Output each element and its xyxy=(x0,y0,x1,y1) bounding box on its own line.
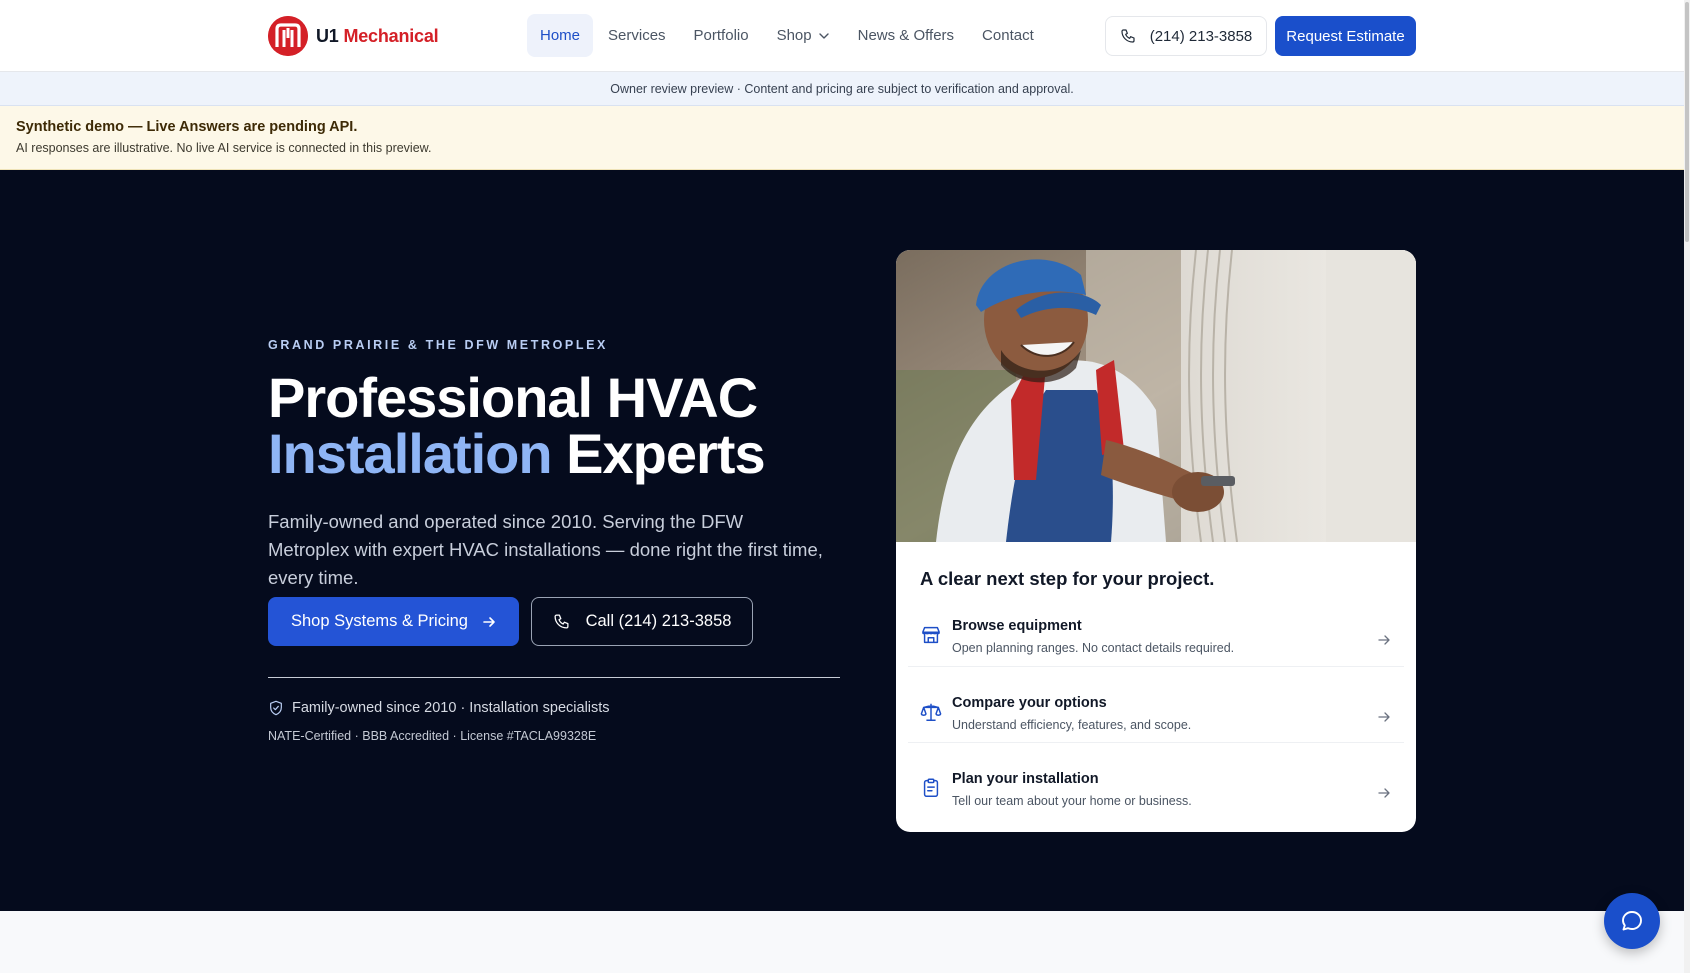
credentials: NATE-Certified · BBB Accredited · Licens… xyxy=(268,729,597,743)
demo-banner-subtitle: AI responses are illustrative. No live A… xyxy=(16,141,432,155)
step-desc: Open planning ranges. No contact details… xyxy=(952,641,1235,655)
shield-check-icon xyxy=(270,700,282,716)
nav-item-label: Shop xyxy=(776,27,812,44)
hero-title-accent: Installation xyxy=(268,422,553,485)
shop-systems-label: Shop Systems & Pricing xyxy=(291,612,468,630)
nav-item-shop[interactable]: Shop xyxy=(764,14,843,57)
clipboard-icon xyxy=(923,778,939,797)
header-phone-button[interactable]: (214) 213-3858 xyxy=(1105,16,1267,56)
arrow-right-icon xyxy=(1378,635,1390,645)
card-heading: A clear next step for your project. xyxy=(920,568,1215,589)
chevron-down-icon xyxy=(818,32,829,39)
nav-item-label: Portfolio xyxy=(693,27,749,44)
page: U1 Mechanical Home Services Portfolio Sh… xyxy=(0,0,1684,973)
step-plan-installation[interactable]: Plan your installation Tell our team abo… xyxy=(908,761,1404,832)
arrow-right-icon xyxy=(483,616,495,627)
trust-line-text: Family-owned since 2010 · Installation s… xyxy=(292,700,610,716)
logo-mark-icon xyxy=(268,16,308,56)
logo-text: U1 Mechanical xyxy=(316,25,439,47)
scrollbar-thumb[interactable] xyxy=(1685,2,1689,242)
technician-photo xyxy=(896,250,1416,542)
main-nav: Home Services Portfolio Shop News & Offe… xyxy=(527,14,1047,57)
step-desc: Understand efficiency, features, and sco… xyxy=(952,718,1192,732)
brand-name-part2: Mechanical xyxy=(343,25,439,46)
next-section xyxy=(0,911,1684,973)
chat-bubble-icon xyxy=(1622,911,1642,931)
site-header: U1 Mechanical Home Services Portfolio Sh… xyxy=(0,0,1684,72)
hero-title-rest: Experts xyxy=(566,422,765,485)
step-browse-equipment[interactable]: Browse equipment Open planning ranges. N… xyxy=(908,608,1404,680)
step-desc: Tell our team about your home or busines… xyxy=(952,794,1192,808)
nav-item-news-offers[interactable]: News & Offers xyxy=(845,14,967,57)
nav-item-label: Contact xyxy=(982,27,1034,44)
hero-eyebrow: GRAND PRAIRIE & THE DFW METROPLEX xyxy=(268,338,608,352)
call-button[interactable]: Call (214) 213-3858 xyxy=(531,597,753,646)
brand-name-part1: U1 xyxy=(316,25,339,46)
nav-item-portfolio[interactable]: Portfolio xyxy=(681,14,762,57)
nav-item-services[interactable]: Services xyxy=(595,14,679,57)
phone-icon xyxy=(554,614,569,629)
hero-title: Professional HVAC Installation Experts xyxy=(268,370,766,485)
preview-notice: Owner review preview · Content and prici… xyxy=(0,72,1684,106)
nav-item-label: Services xyxy=(608,27,666,44)
hero-section: GRAND PRAIRIE & THE DFW METROPLEX Profes… xyxy=(0,170,1684,911)
nav-item-label: Home xyxy=(540,27,581,44)
phone-icon xyxy=(1121,29,1135,43)
step-title: Compare your options xyxy=(952,695,1107,711)
scrollbar[interactable] xyxy=(1684,0,1690,973)
demo-banner: Synthetic demo — Live Answers are pendin… xyxy=(0,106,1684,170)
logo[interactable]: U1 Mechanical xyxy=(268,16,439,56)
step-title: Browse equipment xyxy=(952,618,1082,634)
hero-divider xyxy=(268,677,840,678)
arrow-right-icon xyxy=(1378,788,1390,798)
step-title: Plan your installation xyxy=(952,771,1099,787)
shop-systems-button[interactable]: Shop Systems & Pricing xyxy=(268,597,519,646)
nav-item-label: News & Offers xyxy=(857,27,955,44)
next-step-card: A clear next step for your project. Brow… xyxy=(896,250,1416,832)
step-divider xyxy=(908,742,1404,743)
request-estimate-button[interactable]: Request Estimate xyxy=(1275,16,1416,56)
header-phone-number: (214) 213-3858 xyxy=(1149,27,1253,45)
demo-banner-title: Synthetic demo — Live Answers are pendin… xyxy=(16,119,358,135)
call-button-label: Call (214) 213-3858 xyxy=(585,612,732,630)
hero-title-line1: Professional HVAC xyxy=(268,366,758,429)
hero-lead: Family-owned and operated since 2010. Se… xyxy=(268,511,823,588)
step-compare-options[interactable]: Compare your options Understand efficien… xyxy=(908,685,1404,757)
nav-item-home[interactable]: Home xyxy=(527,14,594,57)
chat-button[interactable] xyxy=(1604,893,1660,949)
scale-icon xyxy=(920,703,942,721)
nav-item-contact[interactable]: Contact xyxy=(969,14,1047,57)
trust-line: Family-owned since 2010 · Installation s… xyxy=(268,700,610,716)
step-divider xyxy=(908,666,1404,667)
storefront-icon xyxy=(922,626,940,644)
arrow-right-icon xyxy=(1378,712,1390,722)
